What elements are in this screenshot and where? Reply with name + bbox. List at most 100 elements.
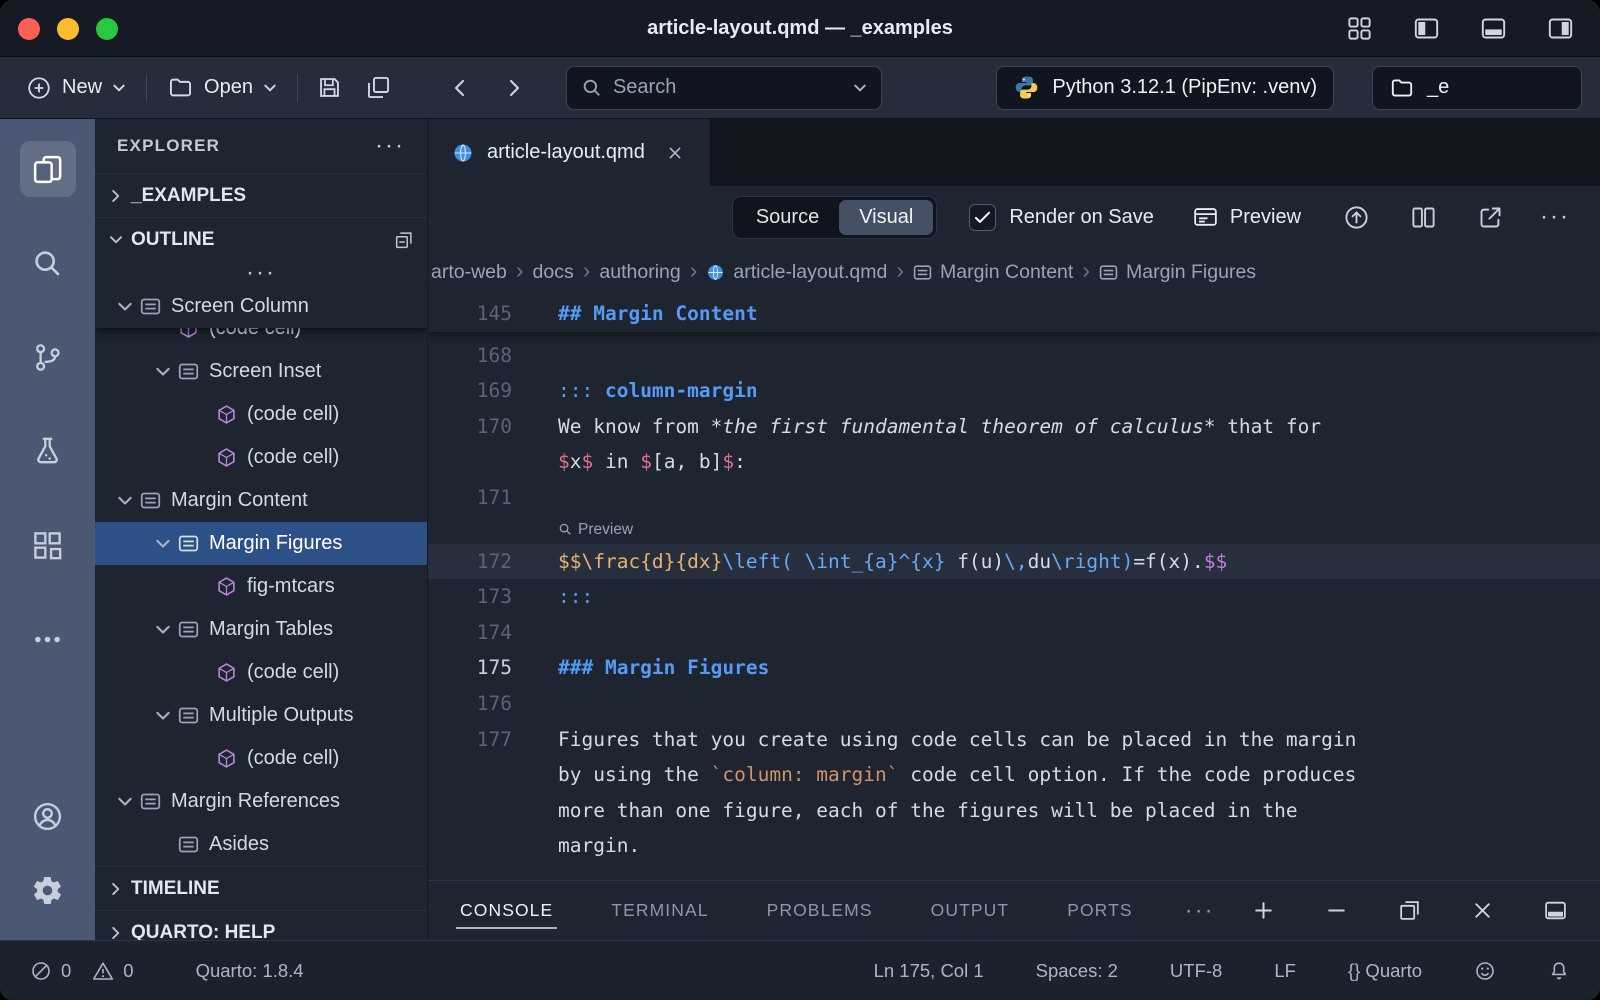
navigate-forward-button[interactable]: [496, 70, 532, 106]
panel-tab-ports[interactable]: PORTS: [1061, 881, 1138, 940]
outline-item-code-cell[interactable]: (code cell): [95, 651, 427, 694]
minimize-panel-icon[interactable]: [1318, 892, 1355, 929]
language-mode[interactable]: {} Quarto: [1342, 959, 1428, 983]
close-window-button[interactable]: [18, 18, 40, 40]
outline-item-screen-inset[interactable]: Screen Inset: [95, 350, 427, 393]
outline-item-multiple-outputs[interactable]: Multiple Outputs: [95, 694, 427, 737]
search-icon[interactable]: [20, 235, 76, 291]
breadcrumb-docs[interactable]: docs: [533, 261, 574, 284]
publish-icon[interactable]: [1339, 200, 1374, 235]
code-editor[interactable]: 145## Margin Content168169::: column-mar…: [428, 296, 1600, 880]
test-flask-icon[interactable]: [20, 423, 76, 479]
sticky-scroll-line[interactable]: 145## Margin Content: [428, 296, 1600, 332]
outline-item-code-cell[interactable]: (code cell): [95, 737, 427, 780]
restore-panel-icon[interactable]: [1391, 892, 1428, 929]
toggle-left-sidebar-icon[interactable]: [1407, 9, 1446, 48]
settings-gear-icon[interactable]: [20, 862, 76, 918]
cursor-position[interactable]: Ln 175, Col 1: [868, 959, 990, 983]
code-line[interactable]: 170We know from *the first fundamental t…: [428, 409, 1600, 445]
preview-icon: [1192, 204, 1219, 231]
split-editor-icon[interactable]: [1406, 200, 1441, 235]
outline-item-margin-figures[interactable]: Margin Figures: [95, 522, 427, 565]
collapse-all-icon[interactable]: [393, 229, 415, 251]
panel-tab-console[interactable]: CONSOLE: [454, 881, 559, 940]
close-tab-icon[interactable]: [664, 142, 686, 164]
save-icon[interactable]: [310, 68, 349, 107]
account-icon[interactable]: [20, 788, 76, 844]
open-external-icon[interactable]: [1473, 200, 1508, 235]
customize-layout-icon[interactable]: [1340, 9, 1379, 48]
code-line[interactable]: 175### Margin Figures: [428, 650, 1600, 686]
eol-setting[interactable]: LF: [1268, 959, 1302, 983]
code-line[interactable]: 172$$\frac{d}{dx}\left( \int_{a}^{x} f(u…: [428, 544, 1600, 580]
breadcrumb-margin-figures[interactable]: Margin Figures: [1099, 261, 1256, 284]
close-panel-icon[interactable]: [1464, 892, 1501, 929]
outline-item-code-cell[interactable]: (code cell): [95, 436, 427, 479]
code-line[interactable]: by using the `column: margin` code cell …: [428, 757, 1600, 793]
problems-indicator[interactable]: 0 0: [24, 959, 140, 983]
code-line[interactable]: 177Figures that you create using code ce…: [428, 722, 1600, 758]
quarto-version[interactable]: Quarto: 1.8.4: [190, 959, 310, 983]
code-line[interactable]: more than one figure, each of the figure…: [428, 793, 1600, 829]
preview-button[interactable]: Preview: [1186, 203, 1307, 232]
editor-more-actions-icon[interactable]: ···: [1540, 205, 1570, 229]
outline-item-margin-content[interactable]: Margin Content: [95, 479, 427, 522]
tab-article-layout-qmd[interactable]: article-layout.qmd: [428, 119, 711, 186]
outline-item-code-cell[interactable]: (code cell): [95, 393, 427, 436]
save-all-icon[interactable]: [359, 68, 398, 107]
panel-tab-output[interactable]: OUTPUT: [925, 881, 1016, 940]
interpreter-selector[interactable]: Python 3.12.1 (PipEnv: .venv): [996, 66, 1334, 110]
feedback-smiley-icon[interactable]: [1468, 959, 1502, 983]
source-control-icon[interactable]: [20, 329, 76, 385]
code-line[interactable]: 171: [428, 480, 1600, 516]
code-line[interactable]: 174: [428, 615, 1600, 651]
breadcrumb-article-layout-qmd[interactable]: article-layout.qmd: [706, 261, 887, 284]
navigate-back-button[interactable]: [442, 70, 478, 106]
breadcrumb-margin-content[interactable]: Margin Content: [913, 261, 1073, 284]
panel-more-tabs-icon[interactable]: ···: [1185, 899, 1215, 923]
open-file-button[interactable]: Open: [159, 68, 285, 107]
source-mode-button[interactable]: Source: [736, 200, 839, 235]
section-examples[interactable]: _EXAMPLES: [95, 173, 427, 217]
workspace-selector[interactable]: _e: [1372, 66, 1582, 110]
code-line[interactable]: 173:::: [428, 579, 1600, 615]
new-console-icon[interactable]: [1245, 892, 1282, 929]
extensions-icon[interactable]: [20, 517, 76, 573]
code-line[interactable]: 169::: column-margin: [428, 373, 1600, 409]
code-line[interactable]: 168: [428, 338, 1600, 374]
indentation-setting[interactable]: Spaces: 2: [1030, 959, 1124, 983]
outline-more-actions-icon[interactable]: ···: [95, 261, 427, 285]
chevron-right-icon: [107, 924, 125, 941]
equation-preview-link[interactable]: Preview: [428, 516, 1600, 544]
new-file-button[interactable]: New: [18, 69, 134, 107]
outline-item-asides[interactable]: Asides: [95, 823, 427, 866]
code-line[interactable]: 176: [428, 686, 1600, 722]
panel-layout-icon[interactable]: [1537, 892, 1574, 929]
outline-item-code-cell[interactable]: (code cell): [95, 328, 427, 350]
more-actions-icon[interactable]: [20, 611, 76, 667]
explorer-more-actions-icon[interactable]: ···: [375, 134, 405, 158]
section-quarto-help[interactable]: QUARTO: HELP: [95, 910, 427, 940]
section-timeline[interactable]: TIMELINE: [95, 866, 427, 910]
zoom-window-button[interactable]: [96, 18, 118, 40]
explorer-icon[interactable]: [20, 141, 76, 197]
render-on-save-checkbox[interactable]: Render on Save: [969, 204, 1154, 231]
outline-item-fig-mtcars[interactable]: fig-mtcars: [95, 565, 427, 608]
toggle-right-sidebar-icon[interactable]: [1541, 9, 1580, 48]
minimize-window-button[interactable]: [57, 18, 79, 40]
breadcrumb-arto-web[interactable]: arto-web: [431, 261, 507, 284]
outline-item-margin-references[interactable]: Margin References: [95, 780, 427, 823]
notifications-bell-icon[interactable]: [1542, 959, 1576, 983]
encoding-setting[interactable]: UTF-8: [1164, 959, 1228, 983]
toggle-panel-icon[interactable]: [1474, 9, 1513, 48]
code-line[interactable]: $x$ in $[a, b]$:: [428, 444, 1600, 480]
section-outline[interactable]: OUTLINE: [95, 217, 427, 261]
panel-tab-terminal[interactable]: TERMINAL: [605, 881, 714, 940]
code-line[interactable]: margin.: [428, 828, 1600, 864]
outline-item-margin-tables[interactable]: Margin Tables: [95, 608, 427, 651]
panel-tab-problems[interactable]: PROBLEMS: [761, 881, 879, 940]
breadcrumb-authoring[interactable]: authoring: [599, 261, 680, 284]
visual-mode-button[interactable]: Visual: [839, 200, 933, 235]
outline-item-screen-column[interactable]: Screen Column: [95, 285, 427, 328]
global-search-input[interactable]: Search: [566, 66, 882, 110]
